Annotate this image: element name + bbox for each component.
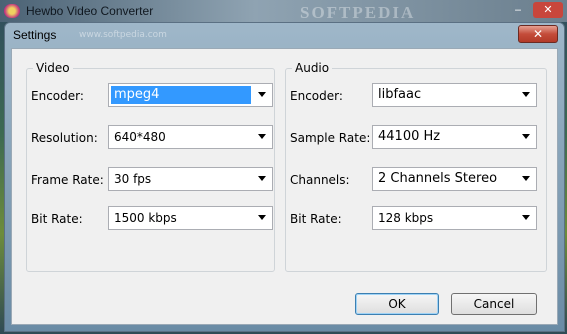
app-logo-icon <box>4 4 20 18</box>
chevron-down-icon <box>258 92 266 97</box>
audio-samplerate-select[interactable]: 44100 Hz <box>372 125 537 149</box>
dialog-titlebar[interactable]: Settings www.softpedia.com ✕ <box>5 23 564 47</box>
audio-encoder-label: Encoder: <box>290 89 343 103</box>
video-resolution-label: Resolution: <box>31 131 98 145</box>
audio-encoder-value: libfaac <box>378 87 422 102</box>
cancel-button[interactable]: Cancel <box>451 293 537 315</box>
chevron-down-icon <box>258 215 266 220</box>
video-bitrate-select[interactable]: 1500 kbps <box>108 206 273 230</box>
watermark: SOFTPEDIA <box>300 3 416 22</box>
video-group-legend: Video <box>33 61 73 75</box>
audio-samplerate-label: Sample Rate: <box>290 131 371 145</box>
audio-bitrate-value: 128 kbps <box>378 211 434 225</box>
audio-channels-value: 2 Channels Stereo <box>378 171 498 186</box>
video-encoder-value: mpeg4 <box>111 86 251 104</box>
video-group: Video Encoder: mpeg4 Resolution: 640*480… <box>26 61 275 272</box>
audio-channels-select[interactable]: 2 Channels Stereo <box>372 167 537 191</box>
background-close-button[interactable]: ✕ <box>533 2 563 18</box>
audio-group-legend: Audio <box>292 61 333 75</box>
dialog-close-button[interactable]: ✕ <box>518 25 558 43</box>
dialog-client-area: Video Encoder: mpeg4 Resolution: 640*480… <box>11 48 558 325</box>
chevron-down-icon <box>522 92 530 97</box>
dialog-title: Settings <box>13 28 57 42</box>
background-app-title: Hewbo Video Converter <box>26 4 154 18</box>
video-framerate-value: 30 fps <box>114 172 152 186</box>
ok-button[interactable]: OK <box>355 293 439 315</box>
video-encoder-label: Encoder: <box>31 89 84 103</box>
audio-bitrate-select[interactable]: 128 kbps <box>372 206 537 230</box>
audio-encoder-select[interactable]: libfaac <box>372 83 537 107</box>
video-bitrate-label: Bit Rate: <box>31 212 83 226</box>
video-resolution-value: 640*480 <box>114 130 166 144</box>
chevron-down-icon <box>522 134 530 139</box>
background-titlebar: Hewbo Video Converter SOFTPEDIA ‒ ✕ <box>0 0 567 22</box>
dialog-watermark: www.softpedia.com <box>79 30 167 40</box>
minimize-button[interactable]: ‒ <box>507 2 529 18</box>
video-framerate-select[interactable]: 30 fps <box>108 167 273 191</box>
audio-channels-label: Channels: <box>290 173 350 187</box>
video-bitrate-value: 1500 kbps <box>114 211 177 225</box>
chevron-down-icon <box>258 176 266 181</box>
chevron-down-icon <box>522 176 530 181</box>
settings-dialog: Settings www.softpedia.com ✕ Video Encod… <box>4 22 565 332</box>
audio-samplerate-value: 44100 Hz <box>378 129 441 144</box>
video-framerate-label: Frame Rate: <box>31 173 104 187</box>
video-resolution-select[interactable]: 640*480 <box>108 125 273 149</box>
audio-group: Audio Encoder: libfaac Sample Rate: 4410… <box>285 61 547 272</box>
chevron-down-icon <box>522 215 530 220</box>
video-encoder-select[interactable]: mpeg4 <box>108 83 273 107</box>
audio-bitrate-label: Bit Rate: <box>290 212 342 226</box>
chevron-down-icon <box>258 134 266 139</box>
